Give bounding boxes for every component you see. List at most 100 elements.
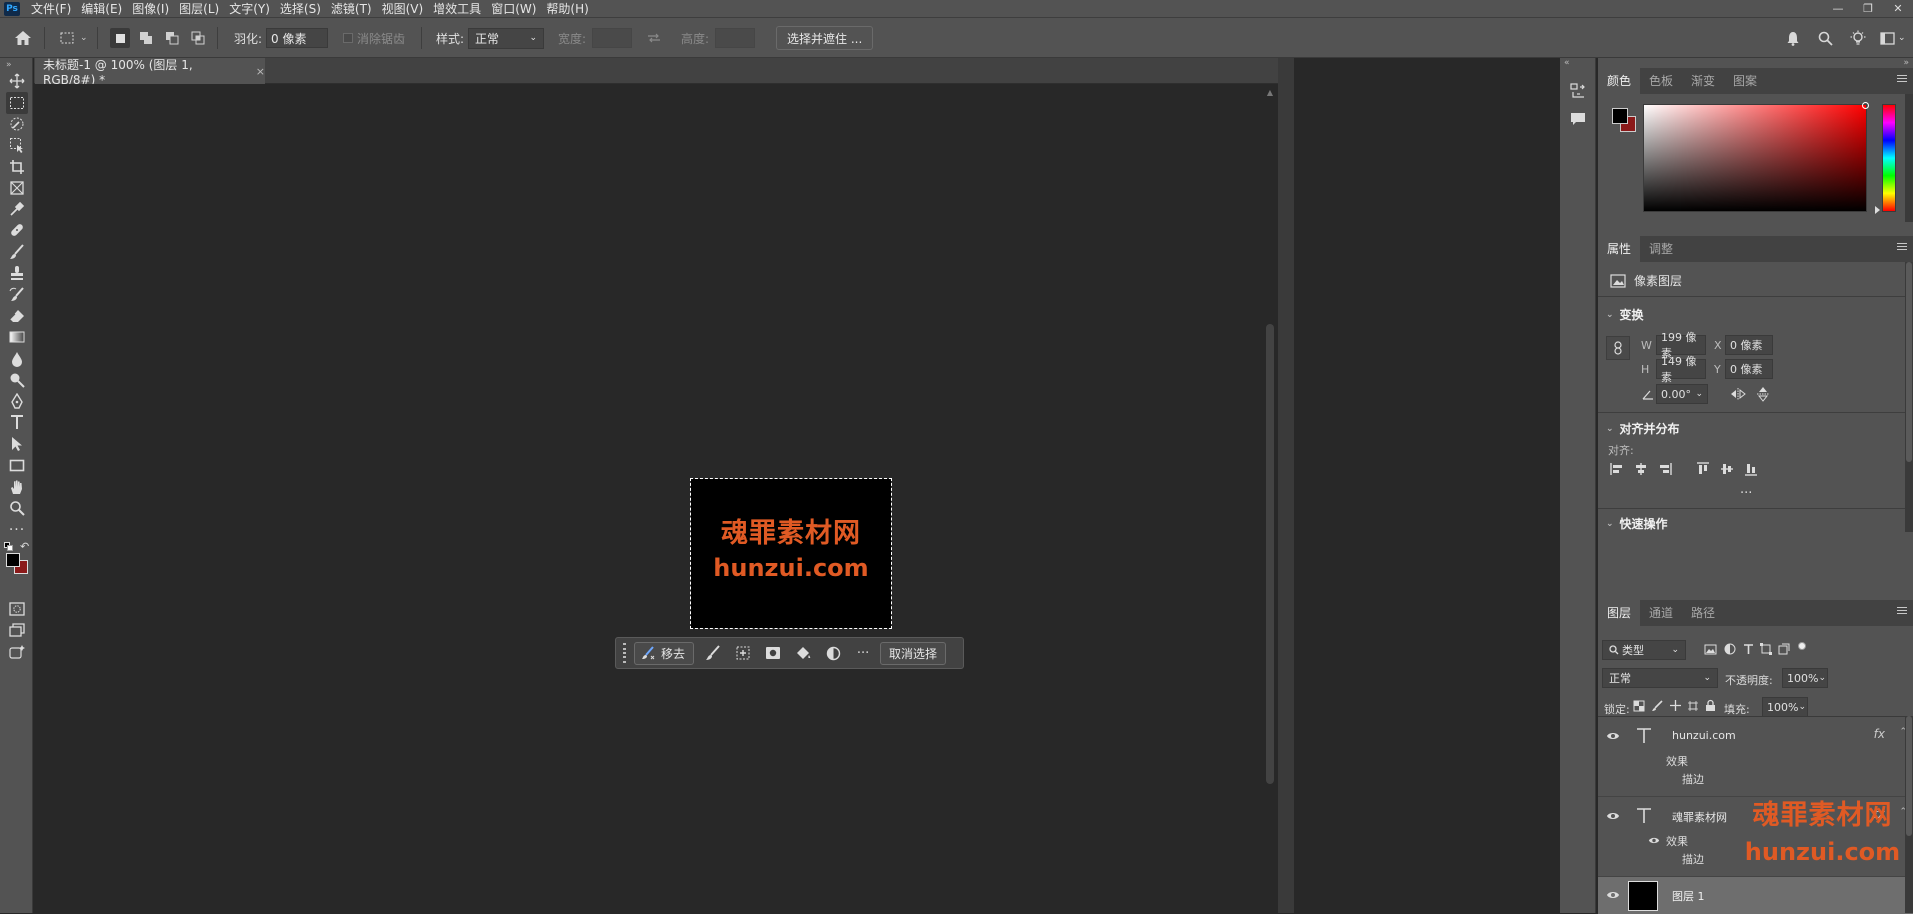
align-left-icon[interactable] (1610, 462, 1624, 476)
align-top-icon[interactable] (1696, 462, 1710, 476)
align-section-header[interactable]: ⌄ 对齐并分布 (1606, 420, 1680, 437)
close-window-icon[interactable]: ✕ (1883, 0, 1913, 17)
zoom-tool[interactable] (6, 497, 28, 519)
tab-patterns[interactable]: 图案 (1724, 68, 1766, 94)
hue-slider-handle[interactable] (1875, 206, 1880, 214)
flip-vertical-icon[interactable] (1756, 386, 1770, 402)
panel-menu-icon[interactable] (1897, 243, 1907, 253)
document-tab[interactable]: 未标题-1 @ 100% (图层 1, RGB/8#) * × (35, 58, 265, 87)
object-selection-tool[interactable] (6, 113, 28, 135)
more-align-options[interactable]: ··· (1740, 486, 1752, 501)
frame-tool[interactable] (6, 177, 28, 199)
quick-mask-button[interactable] (6, 598, 28, 620)
menu-file[interactable]: 文件(F) (26, 0, 76, 17)
eye-icon[interactable] (1606, 731, 1620, 741)
menu-view[interactable]: 视图(V) (377, 0, 429, 17)
scroll-thumb[interactable] (1266, 324, 1274, 784)
width-input[interactable] (592, 28, 633, 48)
align-right-icon[interactable] (1658, 462, 1672, 476)
healing-brush-tool[interactable] (6, 219, 28, 241)
layer-name[interactable]: 魂罪素材网 (1672, 809, 1727, 825)
eye-icon[interactable] (1606, 890, 1620, 900)
menu-edit[interactable]: 编辑(E) (76, 0, 127, 17)
workspace-button[interactable]: ⌄ (1880, 18, 1906, 58)
y-field[interactable]: 0 像素 (1725, 359, 1773, 379)
menu-type[interactable]: 文字(Y) (224, 0, 275, 17)
width-field[interactable]: 199 像素 (1656, 331, 1706, 360)
tab-layers[interactable]: 图层 (1598, 600, 1641, 626)
opacity-field[interactable]: 100% ⌄ (1782, 668, 1828, 688)
home-button[interactable] (14, 18, 32, 58)
notifications-button[interactable] (1786, 18, 1800, 58)
crop-tool[interactable] (6, 156, 28, 178)
panel-menu-icon[interactable] (1897, 607, 1907, 617)
layer-filter-select[interactable]: 类型 ⌄ (1602, 640, 1686, 660)
scroll-up-icon[interactable]: ▲ (1262, 88, 1278, 97)
modify-selection-button[interactable] (698, 645, 728, 661)
document-canvas[interactable]: 魂罪素材网 hunzui.com (690, 478, 892, 629)
color-field[interactable] (1643, 102, 1869, 212)
filter-pixel-icon[interactable] (1704, 644, 1717, 655)
minimize-icon[interactable]: — (1823, 0, 1853, 17)
color-picker-marker[interactable] (1862, 102, 1869, 109)
tab-channels[interactable]: 通道 (1640, 600, 1682, 626)
eraser-tool[interactable] (6, 305, 28, 327)
drag-handle-icon[interactable] (620, 642, 628, 664)
style-select[interactable]: 正常 ⌄ (468, 27, 545, 49)
hue-slider[interactable] (1882, 104, 1896, 212)
menu-select[interactable]: 选择(S) (275, 0, 326, 17)
fx-icon[interactable]: fx (1874, 727, 1885, 741)
filter-toggle[interactable] (1798, 642, 1806, 650)
collapse-panels-icon[interactable]: » (1903, 58, 1909, 68)
panel-menu-icon[interactable] (1897, 75, 1907, 85)
comments-panel-button[interactable] (1567, 108, 1589, 130)
filter-shape-icon[interactable] (1760, 643, 1772, 655)
marquee-preset-picker[interactable]: ⌄ (60, 18, 88, 58)
subtract-selection-button[interactable] (162, 28, 182, 48)
expand-dock-icon[interactable]: « (1564, 58, 1570, 68)
hand-tool[interactable] (6, 476, 28, 498)
object-finder-tool[interactable] (6, 134, 28, 156)
mask-button[interactable] (758, 646, 788, 660)
eye-icon[interactable] (1648, 836, 1660, 845)
lock-position-icon[interactable] (1669, 699, 1682, 712)
layer-row-selected[interactable]: 图层 1 (1598, 877, 1913, 914)
fill-selection-button[interactable] (788, 645, 818, 661)
menu-window[interactable]: 窗口(W) (486, 0, 541, 17)
frame-generate-button[interactable] (6, 641, 28, 663)
canvas-scrollbar[interactable]: ▲ (1262, 84, 1278, 913)
fx-icon[interactable]: fx (1874, 807, 1885, 821)
default-colors-icon[interactable] (4, 542, 14, 552)
clone-stamp-tool[interactable] (6, 262, 28, 284)
swap-colors-icon[interactable]: ↶ (20, 540, 29, 553)
tab-adjustments[interactable]: 调整 (1640, 236, 1682, 262)
dodge-tool[interactable] (6, 369, 28, 391)
collapse-toolbox-icon[interactable]: » (6, 60, 12, 70)
remove-button[interactable]: 移去 (634, 641, 695, 665)
filter-smart-object-icon[interactable] (1778, 643, 1790, 655)
gradient-tool[interactable] (6, 326, 28, 348)
align-horizontal-center-icon[interactable] (1634, 462, 1648, 476)
path-selection-tool[interactable] (6, 433, 28, 455)
blend-mode-select[interactable]: 正常 ⌄ (1602, 668, 1718, 688)
menu-layer[interactable]: 图层(L) (174, 0, 224, 17)
swap-icon[interactable] (646, 32, 662, 44)
adjustment-layer-button[interactable] (818, 646, 848, 661)
x-field[interactable]: 0 像素 (1725, 335, 1773, 355)
menu-plugins[interactable]: 增效工具 (428, 0, 486, 17)
foreground-color-chip[interactable] (1612, 108, 1628, 124)
select-and-mask-button[interactable]: 选择并遮住 ... (776, 26, 874, 50)
lock-all-icon[interactable] (1705, 699, 1716, 712)
layer-row[interactable]: 魂罪素材网 fx ⌃ 效果 描边 (1598, 797, 1913, 877)
antialias-checkbox[interactable] (343, 33, 353, 43)
new-selection-button[interactable] (110, 28, 130, 48)
height-input[interactable] (715, 28, 756, 48)
lock-transparent-icon[interactable] (1633, 700, 1645, 712)
height-field[interactable]: 149 像素 (1656, 355, 1706, 384)
angle-field[interactable]: 0.00° ⌄ (1656, 384, 1708, 404)
filter-adjustment-icon[interactable] (1724, 643, 1736, 655)
transform-section-header[interactable]: ⌄ 变换 (1606, 306, 1644, 323)
pen-tool[interactable] (6, 390, 28, 412)
discover-button[interactable] (1850, 18, 1866, 58)
more-options-button[interactable]: ··· (848, 646, 878, 661)
